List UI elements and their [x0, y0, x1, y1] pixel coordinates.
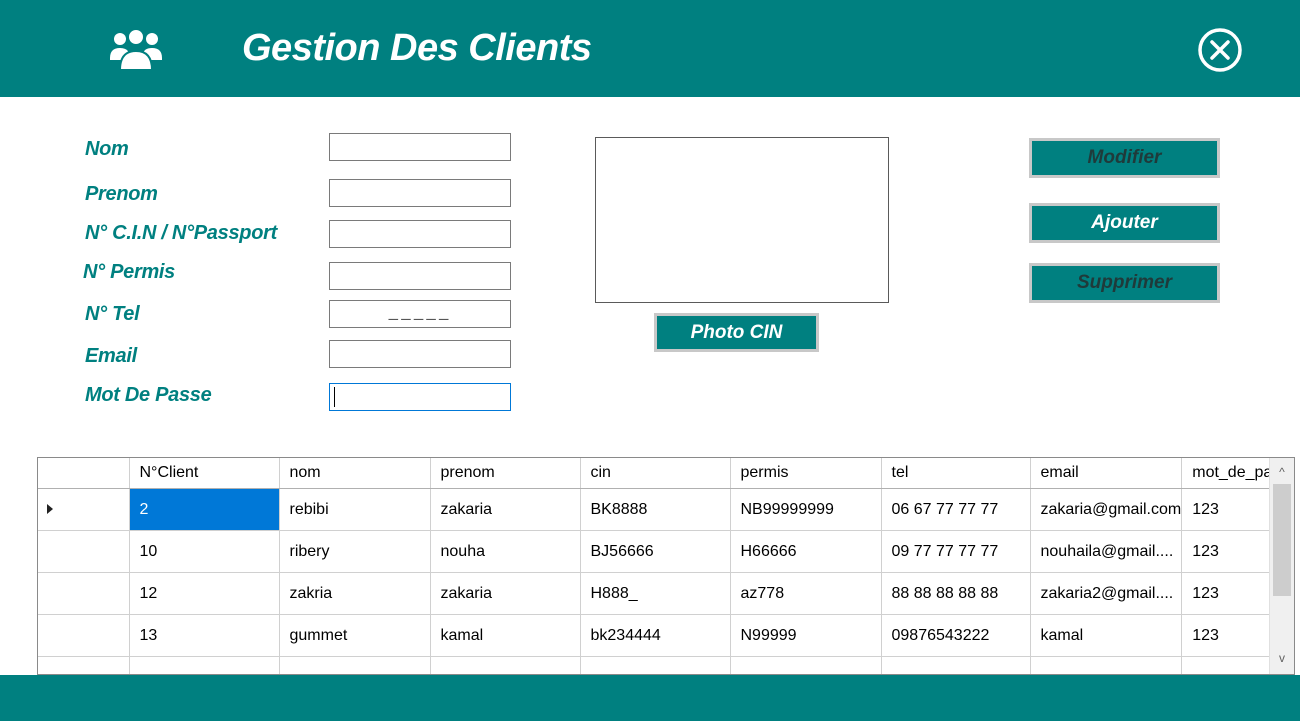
table-cell[interactable]: 06 67 77 77 77 — [881, 488, 1031, 531]
label-cin: N° C.I.N / N°Passport — [85, 222, 277, 244]
table-row[interactable]: 10 ribery nouha BJ56666 H66666 09 77 77 … — [38, 530, 1274, 573]
nom-input[interactable] — [329, 133, 511, 161]
column-header[interactable]: cin — [580, 458, 731, 489]
column-header[interactable]: permis — [730, 458, 882, 489]
table-cell[interactable]: bk234444 — [580, 614, 731, 657]
column-header[interactable]: email — [1030, 458, 1183, 489]
label-permis: N° Permis — [83, 261, 176, 283]
table-row[interactable]: 12 zakria zakaria H888_ az778 88 88 88 8… — [38, 572, 1274, 615]
table-cell[interactable]: rebibi — [279, 488, 431, 531]
label-prenom: Prenom — [85, 183, 158, 205]
table-cell[interactable]: zakaria — [430, 488, 581, 531]
table-row[interactable]: 2 rebibi zakaria BK8888 NB99999999 06 67… — [38, 488, 1274, 531]
ajouter-button[interactable]: Ajouter — [1029, 203, 1220, 243]
table-cell[interactable]: NB99999999 — [730, 488, 882, 531]
title-bar: Gestion Des Clients — [0, 0, 1300, 97]
table-cell[interactable]: BK8888 — [580, 488, 731, 531]
table-cell[interactable] — [1030, 656, 1183, 674]
users-icon — [110, 28, 162, 71]
email-input[interactable] — [329, 340, 511, 368]
table-cell[interactable]: 123 — [1181, 614, 1274, 657]
label-email: Email — [85, 345, 137, 367]
scroll-up-icon[interactable]: ^ — [1270, 462, 1294, 482]
modifier-button[interactable]: Modifier — [1029, 138, 1220, 178]
table-cell[interactable]: nouha — [430, 530, 581, 573]
table-cell[interactable] — [430, 656, 581, 674]
label-password: Mot De Passe — [85, 384, 212, 406]
table-cell[interactable]: 2 — [129, 488, 280, 531]
text-caret — [334, 387, 335, 407]
table-cell[interactable]: 10 — [129, 530, 280, 573]
table-cell[interactable] — [129, 656, 280, 674]
table-cell[interactable]: zakria — [279, 572, 431, 615]
page-title: Gestion Des Clients — [242, 27, 592, 69]
supprimer-button[interactable]: Supprimer — [1029, 263, 1220, 303]
row-header[interactable] — [38, 572, 130, 615]
photo-cin-button[interactable]: Photo CIN — [654, 313, 819, 352]
tel-masked-input[interactable]: _____ — [329, 300, 511, 328]
photo-cin-preview — [595, 137, 889, 303]
column-header[interactable]: prenom — [430, 458, 581, 489]
table-cell[interactable] — [730, 656, 882, 674]
table-cell[interactable]: ribery — [279, 530, 431, 573]
table-cell[interactable] — [580, 656, 731, 674]
column-header[interactable]: mot_de_pa — [1181, 458, 1274, 489]
table-cell[interactable] — [881, 656, 1031, 674]
column-header[interactable]: nom — [279, 458, 431, 489]
row-header[interactable] — [38, 614, 130, 657]
table-cell[interactable]: az778 — [730, 572, 882, 615]
footer-bar — [0, 675, 1300, 721]
prenom-input[interactable] — [329, 179, 511, 207]
table-cell[interactable]: 123 — [1181, 572, 1274, 615]
table-cell[interactable]: kamal — [430, 614, 581, 657]
table-cell[interactable]: BJ56666 — [580, 530, 731, 573]
table-row[interactable] — [38, 656, 1274, 674]
table-cell[interactable]: kamal — [1030, 614, 1183, 657]
scroll-thumb[interactable] — [1273, 484, 1291, 596]
table-cell[interactable]: 09876543222 — [881, 614, 1031, 657]
table-cell[interactable]: 09 77 77 77 77 — [881, 530, 1031, 573]
column-header[interactable]: tel — [881, 458, 1031, 489]
table-cell[interactable]: 12 — [129, 572, 280, 615]
permis-input[interactable] — [329, 262, 511, 290]
table-cell[interactable] — [279, 656, 431, 674]
table-cell[interactable]: 13 — [129, 614, 280, 657]
password-input[interactable] — [329, 383, 511, 411]
close-icon[interactable] — [1196, 26, 1244, 74]
table-cell[interactable]: H888_ — [580, 572, 731, 615]
column-header[interactable]: N°Client — [129, 458, 280, 489]
table-header-row: N°Client nom prenom cin permis tel email… — [38, 458, 1274, 489]
table-cell[interactable]: zakaria — [430, 572, 581, 615]
table-cell[interactable]: 123 — [1181, 488, 1274, 531]
label-tel: N° Tel — [85, 303, 140, 325]
cin-input[interactable] — [329, 220, 511, 248]
table-cell[interactable]: H66666 — [730, 530, 882, 573]
table-row[interactable]: 13 gummet kamal bk234444 N99999 09876543… — [38, 614, 1274, 657]
clients-table: N°Client nom prenom cin permis tel email… — [38, 458, 1274, 674]
table-cell[interactable]: zakaria@gmail.com — [1030, 488, 1183, 531]
table-cell[interactable]: 88 88 88 88 88 — [881, 572, 1031, 615]
scroll-down-icon[interactable]: v — [1270, 648, 1294, 668]
table-cell[interactable]: gummet — [279, 614, 431, 657]
table-cell[interactable]: zakaria2@gmail.... — [1030, 572, 1183, 615]
row-header[interactable] — [38, 530, 130, 573]
table-cell[interactable]: nouhaila@gmail.... — [1030, 530, 1183, 573]
clients-grid[interactable]: N°Client nom prenom cin permis tel email… — [37, 457, 1295, 675]
row-header-corner — [38, 458, 130, 489]
row-selector-arrow-icon — [47, 504, 53, 514]
label-nom: Nom — [85, 138, 129, 160]
vertical-scrollbar[interactable]: ^ v — [1269, 458, 1294, 674]
table-cell[interactable] — [1181, 656, 1274, 674]
table-cell[interactable]: N99999 — [730, 614, 882, 657]
row-header[interactable] — [38, 656, 130, 674]
table-cell[interactable]: 123 — [1181, 530, 1274, 573]
row-header[interactable] — [38, 488, 130, 531]
